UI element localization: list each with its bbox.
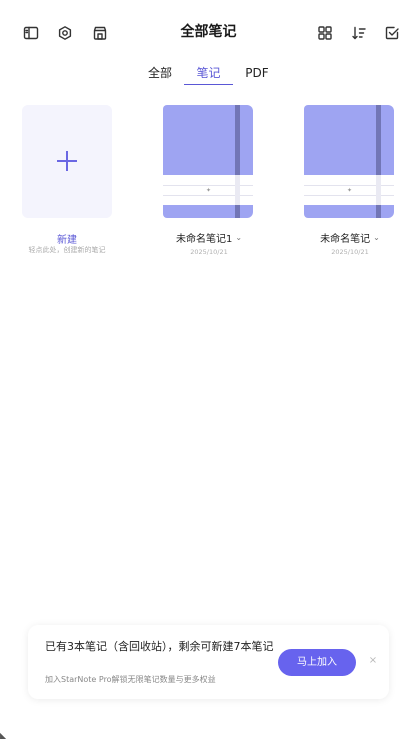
tab-all[interactable]: 全部 — [142, 63, 178, 85]
corner-mark: ◣ — [0, 731, 7, 740]
notebook-date: 2025/10/21 — [190, 248, 228, 256]
sort-icon[interactable] — [348, 22, 370, 44]
grid-view-icon[interactable] — [314, 22, 336, 44]
plus-icon — [57, 151, 77, 171]
top-bar: 全部笔记 — [0, 0, 417, 66]
active-tab-indicator — [184, 84, 233, 85]
chevron-down-icon[interactable]: ⌄ — [373, 233, 380, 242]
tab-bar: 全部 笔记 PDF — [0, 63, 417, 87]
notebook-tile-1[interactable]: ✦ 未命名笔记1 ⌄ 2025/10/21 — [163, 105, 255, 256]
notebook-band-mark: ✦ — [206, 187, 212, 194]
notebook-name: 未命名笔记1 — [175, 234, 233, 245]
notebook-name-row[interactable]: 未命名笔记 ⌄ — [304, 230, 396, 245]
new-note-tile[interactable]: 新建 轻点此处，创建新的笔记 — [22, 105, 114, 254]
new-note-label: 新建 — [57, 235, 77, 246]
new-note-card[interactable] — [22, 105, 112, 218]
notebook-cover[interactable]: ✦ — [304, 105, 394, 218]
new-note-hint: 轻点此处，创建新的笔记 — [28, 246, 106, 254]
join-now-button[interactable]: 马上加入 — [278, 649, 356, 676]
select-check-icon[interactable] — [381, 22, 403, 44]
notebook-date: 2025/10/21 — [331, 248, 369, 256]
notebook-strap-gap — [235, 175, 240, 205]
banner-message: 已有3本笔记（含回收站），剩余可新建7本笔记 — [45, 640, 274, 653]
notebook-name: 未命名笔记 — [320, 234, 371, 245]
close-icon[interactable]: × — [367, 655, 379, 667]
banner-subtext: 加入StarNote Pro解锁无限笔记数量与更多权益 — [45, 675, 216, 684]
notebook-name-row[interactable]: 未命名笔记1 ⌄ — [163, 230, 255, 245]
notebook-band-mark: ✦ — [347, 187, 353, 194]
notebook-strap-gap — [376, 175, 381, 205]
tab-notes[interactable]: 笔记 — [186, 63, 231, 85]
notebook-tile-2[interactable]: ✦ 未命名笔记 ⌄ 2025/10/21 — [304, 105, 396, 256]
notebook-cover[interactable]: ✦ — [163, 105, 253, 218]
chevron-down-icon[interactable]: ⌄ — [235, 233, 242, 242]
tab-pdf[interactable]: PDF — [238, 63, 276, 85]
upgrade-banner: 已有3本笔记（含回收站），剩余可新建7本笔记 加入StarNote Pro解锁无… — [28, 625, 389, 699]
